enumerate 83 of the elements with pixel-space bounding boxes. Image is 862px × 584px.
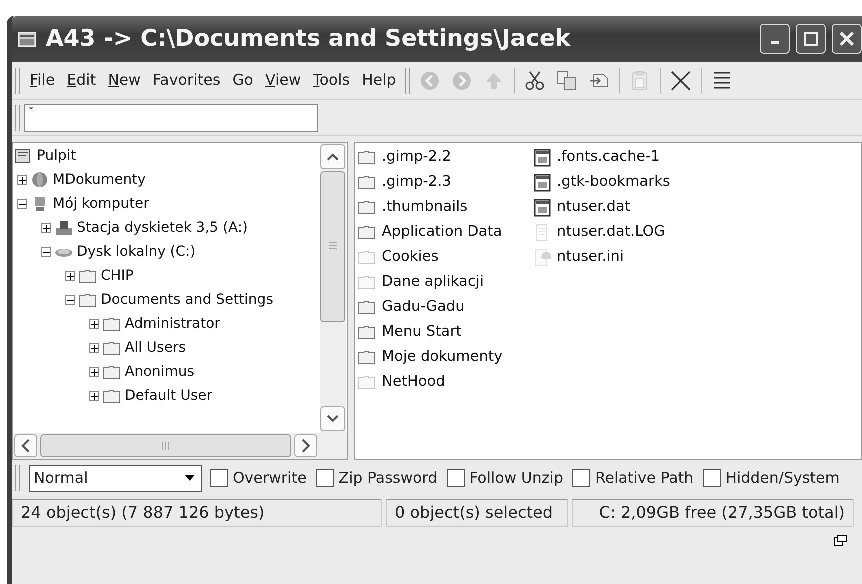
menu-item[interactable]: Favorites [146,69,227,92]
desktop-icon [15,148,33,164]
copy-icon[interactable] [557,70,578,90]
checkbox[interactable] [316,469,334,487]
address-field[interactable]: * [24,104,318,132]
expand-icon[interactable] [41,223,51,233]
checkbox-label: Relative Path [595,468,694,489]
checkbox-label: Follow Unzip [470,468,564,489]
menu-item[interactable]: File [24,69,62,92]
folder-name[interactable]: Gadu-Gadu [382,296,465,318]
app-icon [18,32,36,46]
vertical-scrollbar[interactable] [320,143,346,433]
tree-item[interactable]: Documents and Settings [101,290,274,310]
folder-name[interactable]: Menu Start [382,322,462,344]
scissors-icon[interactable] [525,70,546,90]
tree-item[interactable]: CHIP [101,266,134,286]
checkbox-label: Zip Password [338,468,438,489]
status-text: C: 2,09GB free (27,35GB total) [572,499,854,527]
folder-name[interactable]: .gimp-2.3 [382,172,452,194]
menu-item[interactable]: Help [356,69,402,92]
expand-icon[interactable] [89,343,99,353]
menu-item[interactable]: View [260,69,308,92]
globe-icon [31,172,49,188]
tree-item[interactable]: Anonimus [125,362,195,382]
folder-icon [103,388,121,404]
status-text: 24 object(s) (7 887 126 bytes) [12,499,382,527]
folder-icon [103,340,121,356]
menu-item[interactable]: Tools [307,69,356,92]
list-view-icon[interactable] [712,70,732,90]
document-name[interactable]: ntuser.dat.LOG [557,222,666,244]
minimize-button[interactable] [760,24,790,54]
tree-item[interactable]: Dysk lokalny (C:) [77,242,196,262]
folder-name[interactable]: Cookies [382,246,439,268]
tree-item[interactable]: All Users [125,338,186,358]
checkbox[interactable] [210,469,228,487]
folder-icon [103,316,121,332]
restore-icon[interactable] [834,535,848,547]
mode-dropdown[interactable]: Normal [29,464,202,492]
folder-name[interactable]: Moje dokumenty [382,346,503,368]
document-name[interactable]: .fonts.cache-1 [557,146,660,168]
collapse-icon[interactable] [17,199,27,209]
horizontal-scrollbar[interactable] [13,433,347,459]
tree-item[interactable]: Administrator [125,314,220,334]
close-button[interactable] [832,24,862,54]
document-name[interactable]: .gtk-bookmarks [557,172,670,194]
checkbox-label: Overwrite [233,468,307,489]
expand-icon[interactable] [89,391,99,401]
status-text: 0 object(s) selected [386,499,568,527]
folder-name[interactable]: Dane aplikacji [382,272,484,294]
close-icon[interactable] [840,32,854,46]
tree-item[interactable]: Default User [125,386,213,406]
folder-icon [79,268,97,284]
checkbox[interactable] [572,469,590,487]
folder-name[interactable]: .thumbnails [382,196,468,218]
folder-name[interactable]: Application Data [382,222,502,244]
menu-item[interactable]: Go [226,69,260,92]
folder-icon [103,364,121,380]
folder-icon [79,292,97,308]
expand-icon[interactable] [89,367,99,377]
checkbox[interactable] [446,469,465,487]
dropdown-arrow-icon [185,475,195,481]
checkbox-label: Hidden/System [726,468,840,489]
floppy-icon [55,220,73,236]
maximize-button[interactable] [796,24,826,54]
collapse-icon[interactable] [65,295,75,305]
tree-item[interactable]: MDokumenty [53,170,146,190]
delete-icon[interactable] [671,70,692,90]
tree-item[interactable]: Stacja dyskietek 3,5 (A:) [77,218,248,238]
tree-item[interactable]: Mój komputer [53,194,150,214]
expand-icon[interactable] [89,319,99,329]
document-name[interactable]: ntuser.dat [557,196,631,218]
menu-item[interactable]: New [102,69,147,92]
window-title: A43 -> C:\Documents and Settings\Jacek [46,24,571,54]
tree-item[interactable]: Pulpit [37,146,76,166]
folder-name[interactable]: .gimp-2.2 [382,146,452,168]
expand-icon[interactable] [65,271,75,281]
expand-icon[interactable] [17,175,27,185]
checkbox[interactable] [702,469,721,487]
menu-item[interactable]: Edit [61,69,102,92]
collapse-icon[interactable] [41,247,51,257]
maximize-icon[interactable] [804,32,818,46]
folder-name[interactable]: NetHood [382,372,446,394]
document-name[interactable]: ntuser.ini [557,246,624,268]
